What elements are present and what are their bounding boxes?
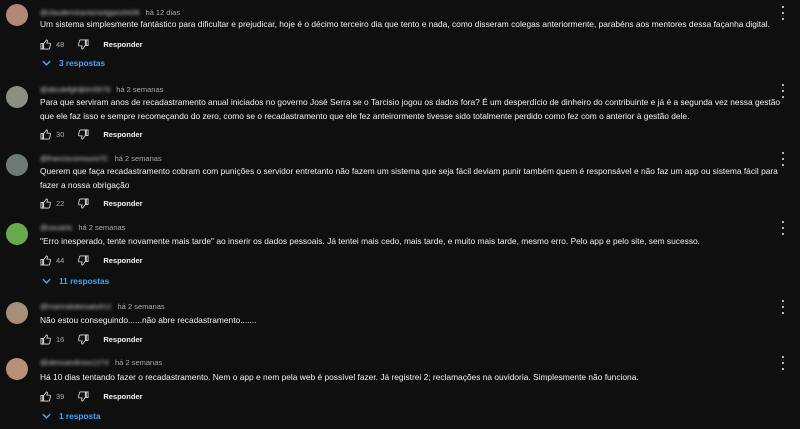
thumbs-down-icon[interactable] bbox=[78, 39, 89, 50]
thumbs-up-icon[interactable] bbox=[40, 129, 51, 140]
chevron-down-icon bbox=[42, 276, 59, 286]
comment-author[interactable]: @abcdefghijklm5678 bbox=[40, 85, 110, 94]
avatar[interactable] bbox=[6, 302, 28, 324]
view-replies-button[interactable]: 1 resposta bbox=[42, 411, 101, 421]
like-count: 30 bbox=[56, 129, 65, 139]
comment-text: Querem que faça recadastramento cobram c… bbox=[40, 166, 778, 190]
like-count: 48 bbox=[56, 39, 65, 49]
thumbs-up-icon[interactable] bbox=[40, 334, 51, 345]
reply-button[interactable]: Responder bbox=[103, 199, 142, 208]
reply-button[interactable]: Responder bbox=[103, 130, 142, 139]
more-options-icon[interactable] bbox=[780, 152, 786, 166]
comment-text: "Erro inesperado, tente novamente mais t… bbox=[40, 236, 700, 246]
comment-header: @abcdefghijklm5678 há 2 semanas bbox=[40, 85, 163, 94]
avatar[interactable] bbox=[6, 223, 28, 245]
comment-actions: 44 Responder bbox=[40, 254, 143, 266]
view-replies-button[interactable]: 3 respostas bbox=[42, 58, 105, 68]
thumbs-up-icon[interactable] bbox=[40, 198, 51, 209]
comment-time[interactable]: há 2 semanas bbox=[115, 154, 162, 163]
chevron-down-icon bbox=[42, 411, 59, 421]
comment-text: Não estou conseguindo......não abre reca… bbox=[40, 315, 257, 325]
comment-author[interactable]: @claudemirantoniolgpes9439 bbox=[40, 8, 139, 17]
comment-author[interactable]: @usuario bbox=[40, 223, 72, 232]
avatar[interactable] bbox=[6, 4, 28, 26]
more-options-icon[interactable] bbox=[780, 6, 786, 20]
comment-author[interactable]: @alessandroso1274 bbox=[40, 358, 109, 367]
comment-text: Para que serviram anos de recadastrament… bbox=[40, 97, 781, 121]
comment-actions: 39 Responder bbox=[40, 390, 143, 402]
comment-author[interactable]: @marinalobosato912 bbox=[40, 302, 111, 311]
reply-button[interactable]: Responder bbox=[103, 392, 142, 401]
thumbs-down-icon[interactable] bbox=[78, 334, 89, 345]
replies-count: 11 respostas bbox=[59, 276, 110, 286]
avatar[interactable] bbox=[6, 358, 28, 380]
more-options-icon[interactable] bbox=[780, 300, 786, 314]
comment-actions: 30 Responder bbox=[40, 128, 143, 140]
reply-button[interactable]: Responder bbox=[103, 40, 142, 49]
comment-time[interactable]: há 2 semanas bbox=[78, 223, 125, 232]
reply-button[interactable]: Responder bbox=[103, 256, 142, 265]
comment-actions: 48 Responder bbox=[40, 38, 143, 50]
comment-actions: 22 Responder bbox=[40, 197, 143, 209]
thumbs-down-icon[interactable] bbox=[78, 391, 89, 402]
chevron-down-icon bbox=[42, 58, 59, 68]
more-options-icon[interactable] bbox=[780, 356, 786, 370]
like-count: 39 bbox=[56, 391, 65, 401]
comment-time[interactable]: há 2 semanas bbox=[116, 85, 163, 94]
comment-text: Um sistema simplesmente fantástico para … bbox=[40, 19, 770, 29]
thumbs-up-icon[interactable] bbox=[40, 255, 51, 266]
thumbs-down-icon[interactable] bbox=[78, 129, 89, 140]
comment-header: @franciscomoura7C há 2 semanas bbox=[40, 154, 162, 163]
comment-time[interactable]: há 2 semanas bbox=[118, 302, 165, 311]
comment-actions: 16 Responder bbox=[40, 333, 143, 345]
avatar[interactable] bbox=[6, 154, 28, 176]
more-options-icon[interactable] bbox=[780, 221, 786, 235]
comment-header: @claudemirantoniolgpes9439 há 12 dias bbox=[40, 8, 180, 17]
comment-text: Há 10 dias tentando fazer o recadastrame… bbox=[40, 372, 639, 382]
more-options-icon[interactable] bbox=[780, 84, 786, 98]
comment-header: @alessandroso1274 há 2 semanas bbox=[40, 358, 162, 367]
comment-header: @usuario há 2 semanas bbox=[40, 223, 125, 232]
comment-time[interactable]: há 12 dias bbox=[145, 8, 180, 17]
like-count: 44 bbox=[56, 255, 65, 265]
comment-author[interactable]: @franciscomoura7C bbox=[40, 154, 108, 163]
comment-time[interactable]: há 2 semanas bbox=[115, 358, 162, 367]
thumbs-down-icon[interactable] bbox=[78, 198, 89, 209]
thumbs-up-icon[interactable] bbox=[40, 391, 51, 402]
thumbs-down-icon[interactable] bbox=[78, 255, 89, 266]
like-count: 16 bbox=[56, 334, 65, 344]
like-count: 22 bbox=[56, 198, 65, 208]
avatar[interactable] bbox=[6, 86, 28, 108]
thumbs-up-icon[interactable] bbox=[40, 39, 51, 50]
reply-button[interactable]: Responder bbox=[103, 335, 142, 344]
comment-header: @marinalobosato912 há 2 semanas bbox=[40, 302, 165, 311]
replies-count: 1 resposta bbox=[59, 411, 101, 421]
view-replies-button[interactable]: 11 respostas bbox=[42, 276, 109, 286]
replies-count: 3 respostas bbox=[59, 58, 106, 68]
